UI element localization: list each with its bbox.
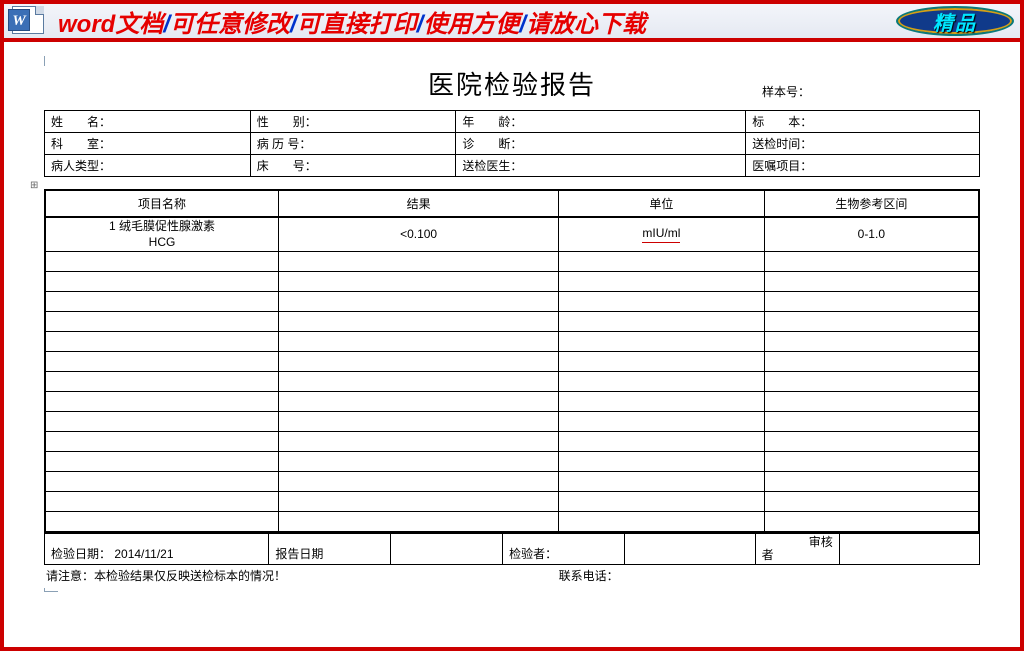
- results-table: 项目名称 结果 单位 生物参考区间 1 绒毛膜促性腺激素 HCG <0.100 …: [44, 189, 980, 533]
- footer-test-date: 检验日期： 2014/11/21: [45, 533, 269, 564]
- item-unit: mIU/ml: [559, 217, 764, 252]
- item-value: <0.100: [279, 217, 559, 252]
- info-name: 姓 名：: [45, 111, 251, 133]
- promo-banner: W word文档/可任意修改/可直接打印/使用方便/请放心下载 精品: [4, 4, 1020, 42]
- table-row: [45, 432, 979, 452]
- table-row: [45, 492, 979, 512]
- col-value: 结果: [279, 190, 559, 217]
- footer-report-date-value: [390, 533, 502, 564]
- table-row: [45, 472, 979, 492]
- info-sex: 性 别：: [250, 111, 456, 133]
- banner-seg-1: word文档: [58, 11, 163, 38]
- col-item: 项目名称: [45, 190, 279, 217]
- table-row: [45, 272, 979, 292]
- table-row: [45, 292, 979, 312]
- info-diagnosis: 诊 断：: [456, 133, 746, 155]
- footer-reviewer-label: 审核 者: [755, 533, 839, 564]
- table-row: [45, 392, 979, 412]
- patient-info-table: 姓 名： 性 别： 年 龄： 标 本： 科 室： 病 历 号： 诊 断： 送检时…: [44, 110, 980, 177]
- item-range: 0-1.0: [764, 217, 979, 252]
- info-age: 年 龄：: [456, 111, 746, 133]
- footer-reviewer-value: [839, 533, 979, 564]
- info-sample: 标 本：: [746, 111, 980, 133]
- doc-title: 医院检验报告: [428, 65, 596, 102]
- footer-note-text: 请注意：本检验结果仅反映送检标本的情况！: [46, 567, 559, 584]
- col-range: 生物参考区间: [764, 190, 979, 217]
- banner-seg-4: 使用方便: [423, 11, 519, 38]
- item-name-line2: HCG: [50, 235, 274, 251]
- table-anchor: ⊞: [44, 177, 980, 189]
- footer-phone-label: 联系电话：: [559, 567, 619, 584]
- footer-table: 检验日期： 2014/11/21 报告日期 检验者： 审核 者: [44, 533, 980, 565]
- info-sent-doctor: 送检医生：: [456, 155, 746, 177]
- sample-number-label: 样本号：: [762, 83, 810, 100]
- banner-text: word文档/可任意修改/可直接打印/使用方便/请放心下载: [58, 4, 888, 39]
- window-frame: W word文档/可任意修改/可直接打印/使用方便/请放心下载 精品 医院检验报…: [0, 0, 1024, 651]
- info-bed-no: 床 号：: [250, 155, 456, 177]
- info-order-item: 医嘱项目：: [746, 155, 980, 177]
- badge-label: 精品: [933, 7, 977, 36]
- table-move-icon[interactable]: ⊞: [30, 180, 38, 191]
- info-dept: 科 室：: [45, 133, 251, 155]
- table-row: [45, 372, 979, 392]
- banner-seg-3: 可直接打印: [297, 11, 417, 38]
- info-record-no: 病 历 号：: [250, 133, 456, 155]
- footer-note: 请注意：本检验结果仅反映送检标本的情况！ 联系电话：: [44, 565, 980, 586]
- info-patient-type: 病人类型：: [45, 155, 251, 177]
- info-sent-time: 送检时间：: [746, 133, 980, 155]
- crop-mark-icon: [44, 588, 58, 592]
- table-row: [45, 252, 979, 272]
- footer-tester-value: [624, 533, 755, 564]
- col-unit: 单位: [559, 190, 764, 217]
- banner-seg-2: 可任意修改: [170, 11, 290, 38]
- document-page: 医院检验报告 样本号： 姓 名： 性 别： 年 龄： 标 本： 科 室： 病 历…: [4, 42, 1020, 600]
- table-row: [45, 332, 979, 352]
- table-row: [45, 312, 979, 332]
- table-row: [45, 352, 979, 372]
- table-row: [45, 512, 979, 532]
- footer-tester-label: 检验者：: [503, 533, 625, 564]
- item-name-line1: 1 绒毛膜促性腺激素: [50, 219, 274, 235]
- word-doc-icon: W: [10, 6, 50, 36]
- table-row: 1 绒毛膜促性腺激素 HCG <0.100 mIU/ml 0-1.0: [45, 217, 979, 252]
- table-row: [45, 452, 979, 472]
- footer-report-date-label: 报告日期: [269, 533, 391, 564]
- premium-badge: 精品: [896, 6, 1014, 36]
- banner-seg-5: 请放心下载: [526, 11, 646, 38]
- table-row: [45, 412, 979, 432]
